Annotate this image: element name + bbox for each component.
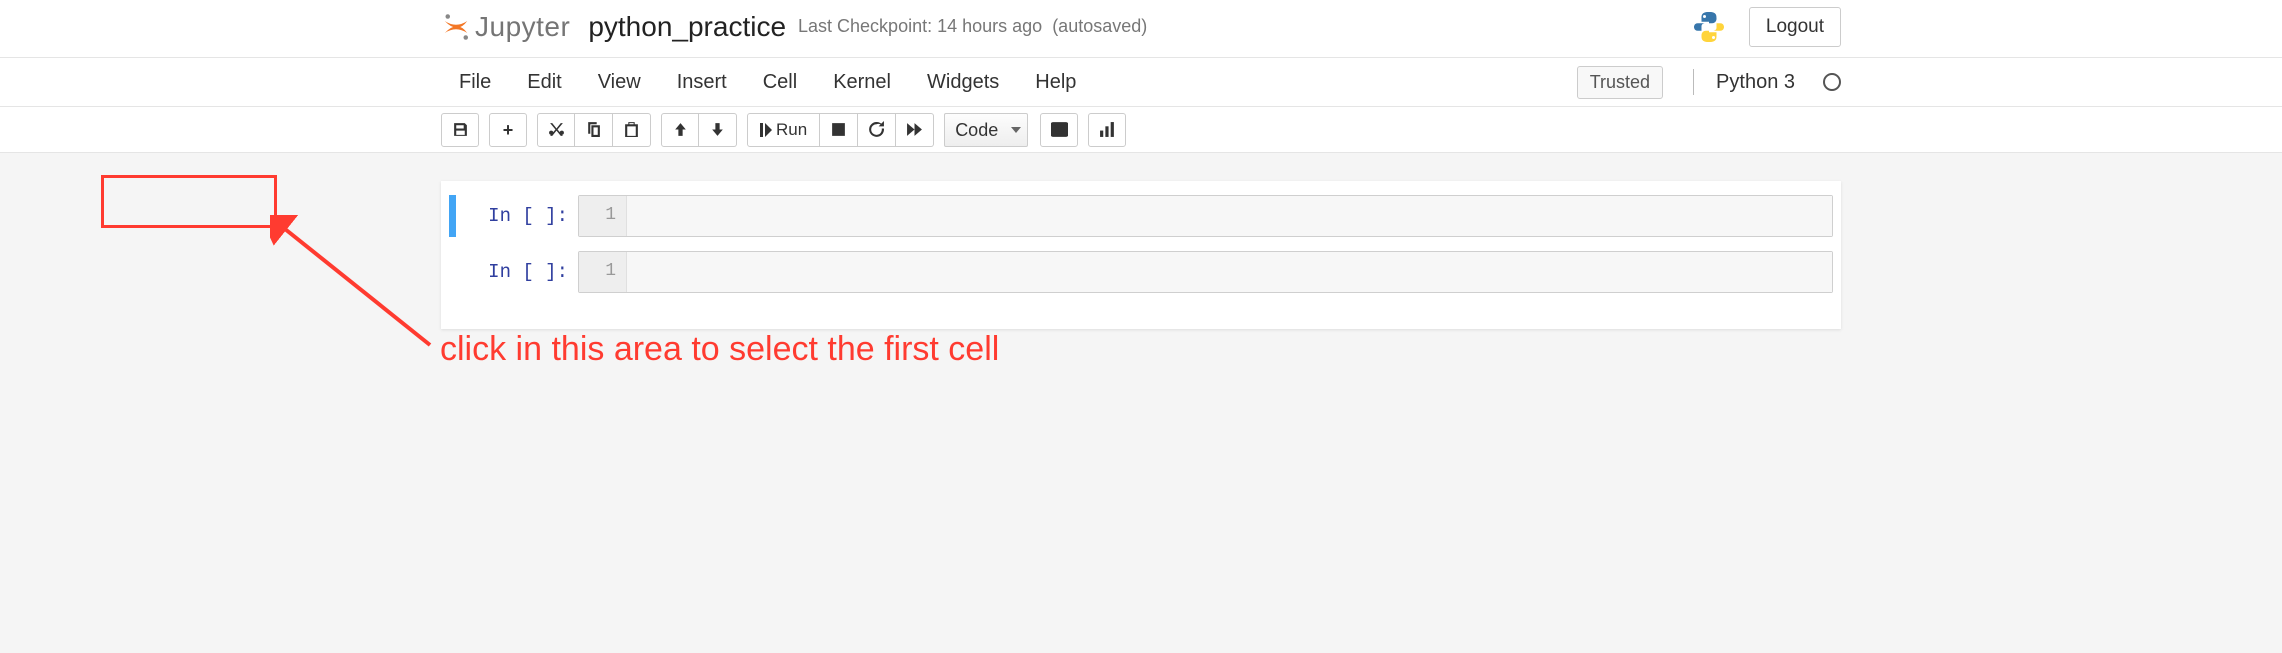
logout-button[interactable]: Logout xyxy=(1749,7,1841,47)
jupyter-icon xyxy=(441,12,471,42)
jupyter-logo[interactable]: Jupyter xyxy=(441,11,570,43)
code-input[interactable] xyxy=(627,196,1832,236)
menu-insert[interactable]: Insert xyxy=(659,61,745,104)
python-icon xyxy=(1691,9,1727,45)
notebook-background: In [ ]: 1 In [ ]: 1 xyxy=(0,153,2282,653)
cell-prompt: In [ ]: xyxy=(458,251,578,293)
plus-icon: + xyxy=(503,121,514,139)
toolbar: + Run xyxy=(0,107,2282,153)
divider xyxy=(1693,69,1694,95)
command-palette-button[interactable] xyxy=(1040,113,1078,147)
scissors-icon xyxy=(548,121,565,138)
copy-button[interactable] xyxy=(575,113,613,147)
header-bar: Jupyter python_practice Last Checkpoint:… xyxy=(0,0,2282,58)
menubar: File Edit View Insert Cell Kernel Widget… xyxy=(0,58,2282,107)
kernel-name[interactable]: Python 3 xyxy=(1716,71,1795,94)
run-button[interactable]: Run xyxy=(747,113,820,147)
code-input[interactable] xyxy=(627,252,1832,292)
arrow-up-icon xyxy=(672,121,689,138)
save-button[interactable] xyxy=(441,113,479,147)
celltype-select-wrap[interactable]: Code xyxy=(944,113,1028,147)
move-down-button[interactable] xyxy=(699,113,737,147)
menu-file[interactable]: File xyxy=(441,61,509,104)
stop-icon xyxy=(830,121,847,138)
menu-view[interactable]: View xyxy=(580,61,659,104)
annotation-text: click in this area to select the first c… xyxy=(440,330,999,369)
menu-edit[interactable]: Edit xyxy=(509,61,579,104)
code-cell[interactable]: In [ ]: 1 xyxy=(449,251,1833,293)
kernel-status-icon xyxy=(1823,73,1841,91)
line-number: 1 xyxy=(579,196,627,236)
jupyter-logo-text: Jupyter xyxy=(475,11,570,43)
move-up-button[interactable] xyxy=(661,113,699,147)
menu-widgets[interactable]: Widgets xyxy=(909,61,1017,104)
cut-button[interactable] xyxy=(537,113,575,147)
restart-icon xyxy=(868,121,885,138)
notebook-title[interactable]: python_practice xyxy=(588,11,786,43)
checkpoint-text: Last Checkpoint: 14 hours ago xyxy=(798,16,1042,37)
cell-selection-bar xyxy=(449,195,456,237)
run-label: Run xyxy=(776,120,807,140)
insert-cell-button[interactable]: + xyxy=(489,113,527,147)
cell-prompt: In [ ]: xyxy=(458,195,578,237)
line-number: 1 xyxy=(579,252,627,292)
interrupt-button[interactable] xyxy=(820,113,858,147)
arrow-down-icon xyxy=(709,121,726,138)
save-icon xyxy=(452,121,469,138)
autosave-text: (autosaved) xyxy=(1052,16,1147,37)
code-cell[interactable]: In [ ]: 1 xyxy=(449,195,1833,237)
code-area[interactable]: 1 xyxy=(578,251,1833,293)
paste-button[interactable] xyxy=(613,113,651,147)
menu-kernel[interactable]: Kernel xyxy=(815,61,909,104)
menu-cell[interactable]: Cell xyxy=(745,61,815,104)
cell-selection-bar xyxy=(449,251,456,293)
code-area[interactable]: 1 xyxy=(578,195,1833,237)
notebook-container: In [ ]: 1 In [ ]: 1 xyxy=(441,181,1841,329)
paste-icon xyxy=(623,121,640,138)
copy-icon xyxy=(585,121,602,138)
celltype-select[interactable]: Code xyxy=(944,113,1028,147)
fast-forward-icon xyxy=(906,121,923,138)
bar-chart-icon xyxy=(1099,121,1116,138)
keyboard-icon xyxy=(1051,121,1068,138)
menu-help[interactable]: Help xyxy=(1017,61,1094,104)
restart-button[interactable] xyxy=(858,113,896,147)
restart-run-all-button[interactable] xyxy=(896,113,934,147)
run-icon xyxy=(760,123,772,137)
trusted-indicator[interactable]: Trusted xyxy=(1577,66,1663,99)
chart-button[interactable] xyxy=(1088,113,1126,147)
